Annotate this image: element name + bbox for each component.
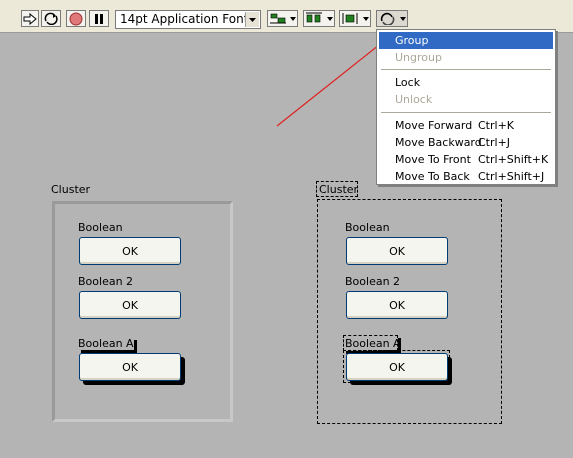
menu-item-move-to-front-label: Move To Front [395, 153, 471, 166]
menu-item-move-backward[interactable]: Move Backward Ctrl+J [379, 134, 553, 151]
menu-item-move-forward-label: Move Forward [395, 119, 473, 132]
menu-item-ungroup[interactable]: Ungroup [379, 49, 553, 66]
menu-item-move-backward-shortcut: Ctrl+J [478, 136, 511, 149]
menu-item-lock[interactable]: Lock [379, 74, 553, 91]
menu-separator [381, 112, 551, 113]
menu-item-move-backward-label: Move Backward [395, 136, 482, 149]
menu-item-unlock-label: Unlock [395, 93, 433, 106]
menu-item-move-to-front[interactable]: Move To Front Ctrl+Shift+K [379, 151, 553, 168]
menu-item-ungroup-label: Ungroup [395, 51, 442, 64]
menu-item-group[interactable]: Group [379, 32, 553, 49]
menu-item-group-label: Group [395, 34, 429, 47]
menu-separator [381, 69, 551, 70]
menu-item-move-to-back-shortcut: Ctrl+Shift+J [478, 170, 545, 183]
menu-item-move-forward-shortcut: Ctrl+K [478, 119, 515, 132]
menu-item-unlock[interactable]: Unlock [379, 91, 553, 108]
menu-item-lock-label: Lock [395, 76, 421, 89]
menu-item-move-to-back[interactable]: Move To Back Ctrl+Shift+J [379, 168, 553, 185]
menu-item-move-to-back-label: Move To Back [395, 170, 470, 183]
reorder-menu: Group Ungroup Lock Unlock Move Forward C… [376, 29, 556, 185]
menu-item-move-forward[interactable]: Move Forward Ctrl+K [379, 117, 553, 134]
menu-item-move-to-front-shortcut: Ctrl+Shift+K [478, 153, 549, 166]
